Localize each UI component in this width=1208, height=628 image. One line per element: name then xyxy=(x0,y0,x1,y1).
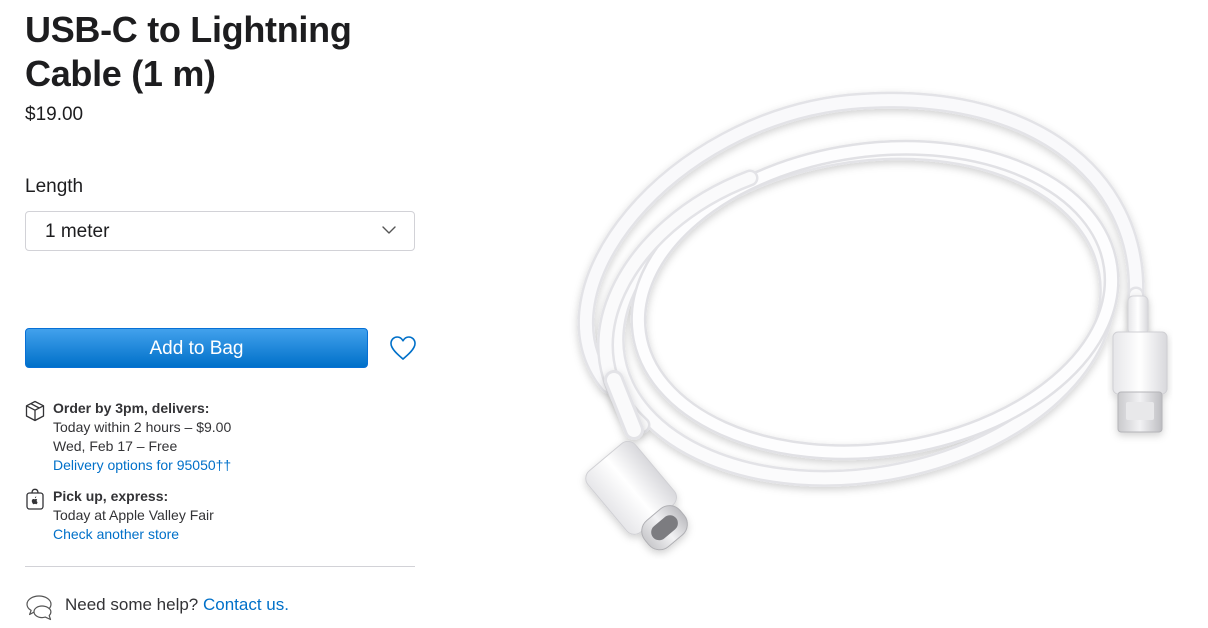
chat-bubbles-icon xyxy=(26,595,52,621)
heart-icon[interactable] xyxy=(388,334,418,362)
delivery-heading: Order by 3pm, delivers: xyxy=(53,400,210,416)
help-text: Need some help? Contact us. xyxy=(65,593,289,617)
divider xyxy=(25,566,415,567)
box-icon xyxy=(25,400,45,422)
length-label: Length xyxy=(25,176,84,197)
product-image xyxy=(577,91,1168,551)
product-title: USB-C to Lightning Cable (1 m) xyxy=(25,8,417,96)
delivery-line-date: Wed, Feb 17 – Free xyxy=(53,438,178,454)
chevron-down-icon xyxy=(382,226,396,234)
shopping-bag-icon xyxy=(26,488,44,510)
delivery-options-link[interactable]: Delivery options for 95050†† xyxy=(53,457,231,473)
product-title-line-2: Cable (1 m) xyxy=(25,53,216,94)
check-another-store-link[interactable]: Check another store xyxy=(53,526,179,542)
product-price: $19.00 xyxy=(25,104,84,125)
product-title-line-1: USB-C to Lightning xyxy=(25,9,352,50)
add-to-bag-button[interactable]: Add to Bag xyxy=(25,328,368,368)
delivery-line-today: Today within 2 hours – $9.00 xyxy=(53,419,232,435)
contact-us-link[interactable]: Contact us. xyxy=(203,595,289,614)
pickup-store-line: Today at Apple Valley Fair xyxy=(53,507,214,523)
length-select[interactable]: 1 meter xyxy=(25,211,415,251)
length-select-value: 1 meter xyxy=(45,221,110,242)
pickup-heading: Pick up, express: xyxy=(53,488,169,504)
help-prompt: Need some help? xyxy=(65,595,199,614)
